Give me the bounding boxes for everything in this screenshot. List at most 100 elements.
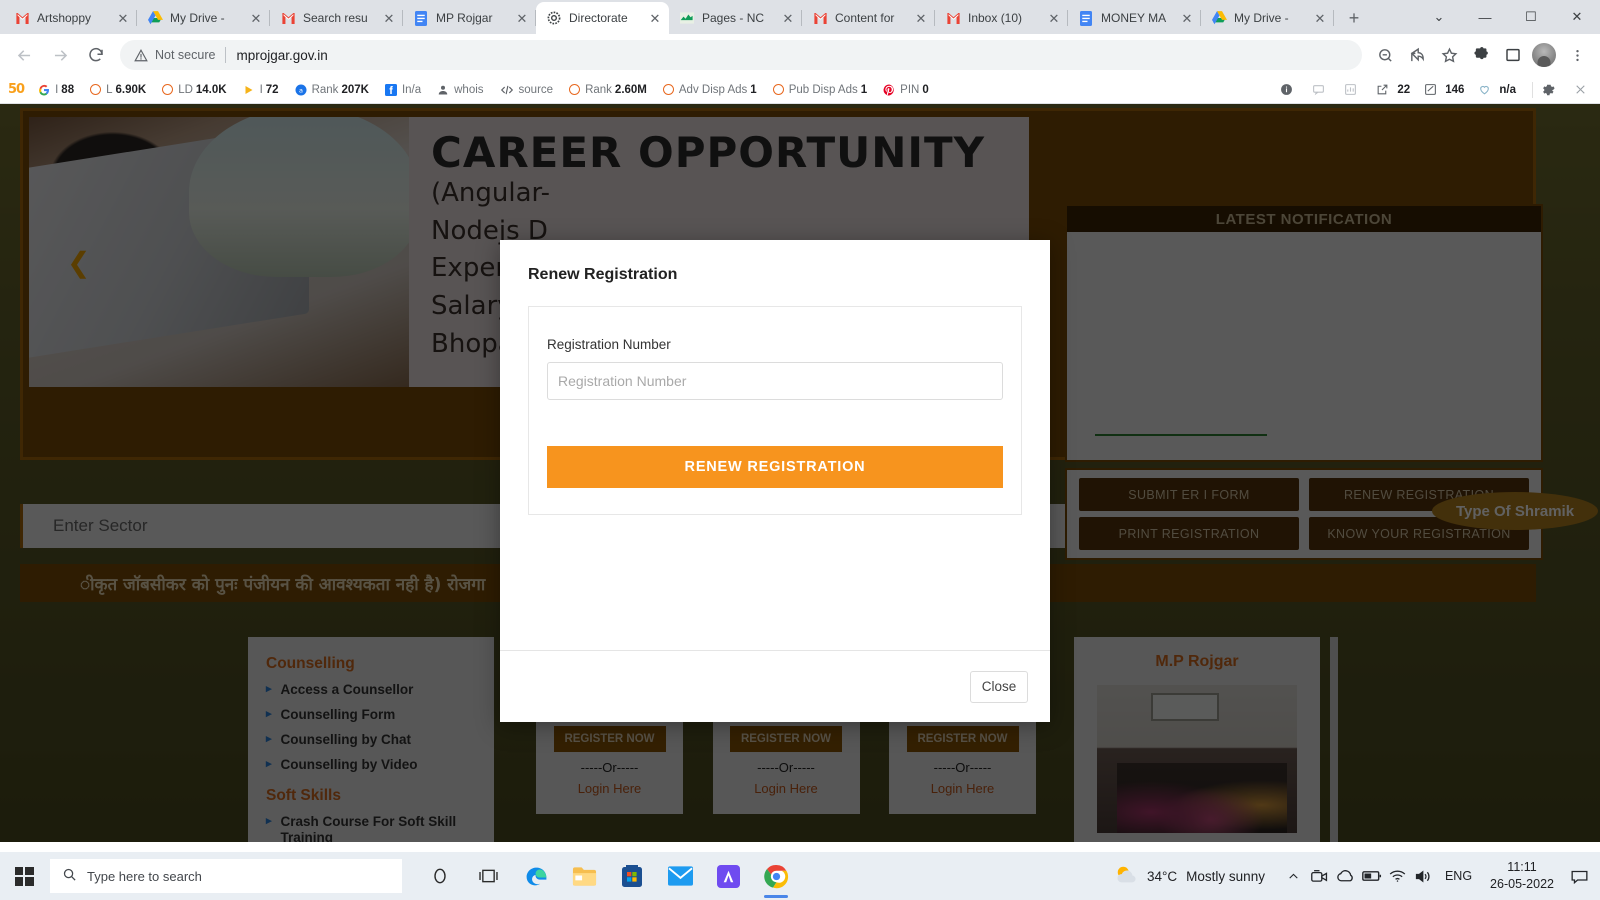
address-bar[interactable]: Not secure mprojgar.gov.in bbox=[120, 40, 1362, 70]
meet-now-icon[interactable] bbox=[1307, 852, 1333, 900]
gmail-icon bbox=[280, 10, 296, 26]
seo-source-link[interactable]: source bbox=[500, 84, 553, 96]
share-icon[interactable] bbox=[1402, 40, 1432, 70]
chrome-icon[interactable] bbox=[752, 852, 800, 900]
browser-tab[interactable]: MP Rojgar ✕ bbox=[403, 2, 536, 34]
edge-icon[interactable] bbox=[512, 852, 560, 900]
browser-tab[interactable]: Inbox (10) ✕ bbox=[935, 2, 1068, 34]
seo-metric-links[interactable]: L 6.90K bbox=[90, 84, 146, 96]
app-icon[interactable] bbox=[704, 852, 752, 900]
maximize-button[interactable]: ☐ bbox=[1508, 0, 1554, 34]
renew-registration-submit-button[interactable]: RENEW REGISTRATION bbox=[547, 446, 1003, 488]
close-icon[interactable]: ✕ bbox=[780, 10, 796, 26]
seo-internal-links[interactable]: 146 bbox=[1424, 83, 1464, 96]
comment-glyph bbox=[1312, 83, 1325, 96]
seo-extension-bar: 50 I 88 L 6.90K LD 14.0K I 72 a Rank 207… bbox=[0, 76, 1600, 104]
browser-tab[interactable]: Artshoppy ✕ bbox=[4, 2, 137, 34]
close-icon[interactable]: ✕ bbox=[913, 10, 929, 26]
close-button[interactable]: Close bbox=[970, 670, 1028, 703]
task-view-icon[interactable] bbox=[464, 852, 512, 900]
info-icon[interactable] bbox=[1280, 83, 1298, 96]
forward-icon[interactable] bbox=[44, 39, 76, 71]
seo-value: 6.90K bbox=[115, 83, 147, 96]
show-hidden-icons-chevron[interactable] bbox=[1281, 852, 1307, 900]
browser-tab-active[interactable]: Directorate ✕ bbox=[536, 2, 669, 34]
ring-icon bbox=[772, 84, 784, 95]
gear-glyph bbox=[1541, 83, 1555, 97]
weather-widget[interactable]: 34°C Mostly sunny bbox=[1114, 864, 1265, 889]
gmail-icon bbox=[945, 10, 961, 26]
onedrive-icon[interactable] bbox=[1333, 852, 1359, 900]
gear-icon[interactable] bbox=[1541, 83, 1560, 97]
seo-external-links[interactable]: 22 bbox=[1376, 83, 1410, 96]
tab-title: Inbox (10) bbox=[968, 11, 1023, 25]
close-icon[interactable]: ✕ bbox=[1179, 10, 1195, 26]
docs-icon bbox=[413, 10, 429, 26]
seo-metric-google[interactable]: I 88 bbox=[38, 84, 74, 96]
comment-icon[interactable] bbox=[1312, 83, 1330, 96]
language-indicator[interactable]: ENG bbox=[1437, 869, 1480, 883]
browser-tab[interactable]: Pages - NC ✕ bbox=[669, 2, 802, 34]
seo-whois-link[interactable]: whois bbox=[437, 84, 484, 96]
close-icon[interactable]: ✕ bbox=[514, 10, 530, 26]
seo-metric-pub-display-ads[interactable]: Pub Disp Ads 1 bbox=[772, 83, 868, 96]
file-explorer-icon[interactable] bbox=[560, 852, 608, 900]
close-window-button[interactable]: ✕ bbox=[1554, 0, 1600, 34]
reload-icon[interactable] bbox=[80, 39, 112, 71]
browser-tab[interactable]: My Drive - ✕ bbox=[1201, 2, 1334, 34]
security-text: Not secure bbox=[155, 48, 216, 62]
seo-metric-facebook[interactable]: In/a bbox=[384, 83, 421, 96]
seo-value: 1 bbox=[860, 83, 868, 96]
seo-metric-index[interactable]: I 72 bbox=[243, 84, 279, 96]
seo-metric-linking-domains[interactable]: LD 14.0K bbox=[162, 84, 227, 96]
clock-date: 26-05-2022 bbox=[1490, 877, 1554, 891]
system-tray: 34°C Mostly sunny ENG 11:11 26-05-2022 bbox=[1114, 852, 1600, 900]
seo-value: 22 bbox=[1397, 83, 1411, 96]
star-icon[interactable] bbox=[1434, 40, 1464, 70]
close-icon[interactable] bbox=[1574, 83, 1592, 96]
close-icon[interactable]: ✕ bbox=[115, 10, 131, 26]
minimize-button[interactable]: — bbox=[1462, 0, 1508, 34]
close-icon[interactable]: ✕ bbox=[1046, 10, 1062, 26]
registration-number-input[interactable] bbox=[547, 362, 1003, 400]
seo-value: 1 bbox=[750, 83, 757, 96]
close-icon[interactable]: ✕ bbox=[647, 10, 663, 26]
seo-metric-pinterest[interactable]: PIN 0 bbox=[883, 84, 929, 96]
clock[interactable]: 11:11 26-05-2022 bbox=[1480, 859, 1564, 893]
close-icon[interactable]: ✕ bbox=[381, 10, 397, 26]
chart-icon[interactable] bbox=[1344, 83, 1362, 96]
chart-glyph bbox=[1344, 83, 1357, 96]
taskbar-search-input[interactable]: Type here to search bbox=[50, 859, 402, 893]
weather-temp: 34°C bbox=[1147, 868, 1178, 884]
new-tab-button[interactable]: + bbox=[1340, 4, 1368, 32]
zoom-out-icon[interactable] bbox=[1370, 40, 1400, 70]
volume-icon[interactable] bbox=[1411, 852, 1437, 900]
tab-search-icon[interactable]: ⌄ bbox=[1416, 0, 1462, 34]
store-icon[interactable] bbox=[608, 852, 656, 900]
close-icon[interactable]: ✕ bbox=[1312, 10, 1328, 26]
seo-metric-adv-display-ads[interactable]: Adv Disp Ads 1 bbox=[662, 83, 757, 96]
profile-avatar[interactable] bbox=[1532, 43, 1556, 67]
cortana-icon[interactable] bbox=[416, 852, 464, 900]
extensions-icon[interactable] bbox=[1466, 40, 1496, 70]
action-center-icon[interactable] bbox=[1564, 852, 1594, 900]
wifi-icon[interactable] bbox=[1385, 852, 1411, 900]
browser-tab[interactable]: My Drive - ✕ bbox=[137, 2, 270, 34]
not-secure-indicator[interactable]: Not secure bbox=[134, 48, 215, 62]
modal-title: Renew Registration bbox=[528, 266, 678, 283]
drive-icon bbox=[1211, 10, 1227, 26]
seo-metric-alexa-rank[interactable]: a Rank 207K bbox=[295, 84, 369, 96]
close-icon[interactable]: ✕ bbox=[248, 10, 264, 26]
start-button[interactable] bbox=[0, 852, 48, 900]
menu-icon[interactable] bbox=[1562, 40, 1592, 70]
back-icon[interactable] bbox=[8, 39, 40, 71]
mail-icon[interactable] bbox=[656, 852, 704, 900]
browser-tab[interactable]: MONEY MA ✕ bbox=[1068, 2, 1201, 34]
browser-tab[interactable]: Search resu ✕ bbox=[270, 2, 403, 34]
seo-favorites[interactable]: n/a bbox=[1478, 83, 1516, 96]
seo-metric-semrush-rank[interactable]: Rank 2.60M bbox=[569, 84, 647, 96]
renew-registration-modal: Renew Registration Registration Number R… bbox=[500, 240, 1050, 722]
browser-tab[interactable]: Content for ✕ bbox=[802, 2, 935, 34]
battery-icon[interactable] bbox=[1359, 852, 1385, 900]
sidepanel-icon[interactable] bbox=[1498, 40, 1528, 70]
